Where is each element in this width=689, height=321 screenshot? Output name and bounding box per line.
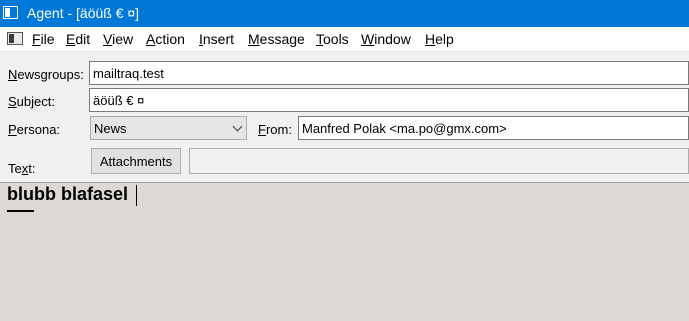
title-bar: Agent - [äöüß € ¤] xyxy=(0,0,689,27)
menu-tools[interactable]: Tools xyxy=(316,31,349,47)
menu-edit[interactable]: Edit xyxy=(66,31,90,47)
persona-select[interactable]: News xyxy=(90,116,247,140)
newsgroups-label: Newsgroups: xyxy=(8,67,84,82)
window-title: Agent - [äöüß € ¤] xyxy=(27,5,140,21)
subject-input[interactable]: äöüß € ¤ xyxy=(89,88,689,112)
text-caret xyxy=(136,185,137,206)
app-icon[interactable] xyxy=(3,6,18,19)
text-label: Text: xyxy=(8,161,36,176)
subject-label: Subject: xyxy=(8,94,55,109)
from-label: From: xyxy=(258,122,292,137)
chevron-down-icon xyxy=(232,121,243,132)
attachments-list[interactable] xyxy=(189,148,689,174)
menu-bar: File Edit View Action Insert Message Too… xyxy=(0,27,689,52)
header-form: Newsgroups: mailtraq.test Subject: äöüß … xyxy=(0,52,689,183)
menu-insert[interactable]: Insert xyxy=(199,31,234,47)
menu-view[interactable]: View xyxy=(103,31,133,47)
from-input[interactable]: Manfred Polak <ma.po@gmx.com> xyxy=(298,116,689,140)
menu-action[interactable]: Action xyxy=(146,31,185,47)
menu-window[interactable]: Window xyxy=(361,31,411,47)
menu-help[interactable]: Help xyxy=(425,31,454,47)
window-menu-icon[interactable] xyxy=(7,32,23,45)
attachments-button[interactable]: Attachments xyxy=(91,148,181,174)
newsgroups-input[interactable]: mailtraq.test xyxy=(89,61,689,85)
menu-file[interactable]: File xyxy=(32,31,55,47)
editor-marker xyxy=(7,210,34,212)
menu-message[interactable]: Message xyxy=(248,31,305,47)
message-body-text: blubb blafasel xyxy=(7,184,129,204)
persona-selected-value: News xyxy=(94,121,127,136)
persona-label: Persona: xyxy=(8,122,61,137)
